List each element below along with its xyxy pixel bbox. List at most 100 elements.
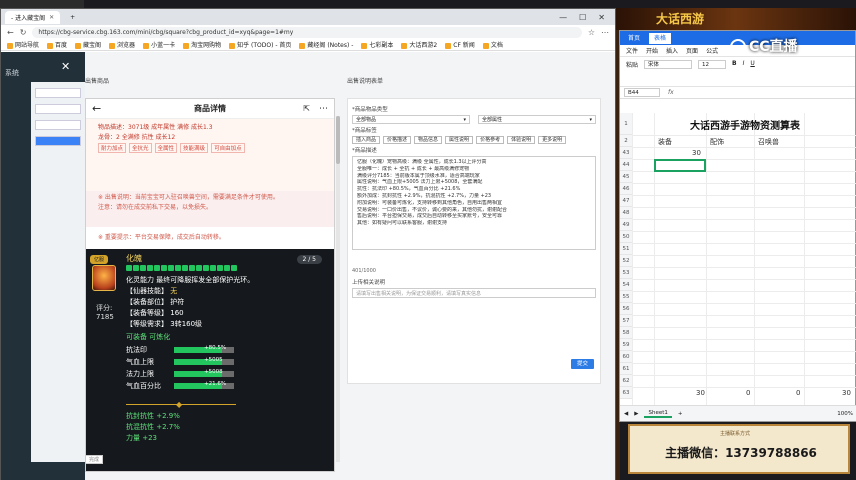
total-cell[interactable]: 0: [746, 389, 750, 397]
list-item[interactable]: [35, 88, 81, 98]
menu-item[interactable]: 插入: [666, 46, 678, 55]
zoom-level[interactable]: 100%: [837, 411, 853, 417]
close-icon[interactable]: ✕: [49, 14, 54, 21]
header-cell[interactable]: 装备: [658, 137, 672, 147]
insert-button[interactable]: 更多说明: [538, 136, 567, 144]
row-number[interactable]: 62: [620, 375, 632, 387]
row-number[interactable]: 57: [620, 315, 632, 327]
insert-button[interactable]: 体验说明: [507, 136, 536, 144]
category-select[interactable]: 全部物品 ▾: [352, 115, 470, 124]
browser-tab-cbg[interactable]: - 进入藏宝阁 ✕: [5, 10, 61, 24]
bookmark-item[interactable]: 知乎 (TODO) - 首页: [229, 40, 291, 49]
bookmark-item[interactable]: 浏览器: [109, 40, 135, 49]
bold-button[interactable]: B: [732, 60, 737, 67]
row-number[interactable]: 46: [620, 183, 632, 195]
description-textarea[interactable]: 亿服（化魄）宠物高级：满级 全属性，成长1.3以上评分高 全服唯一：成长 + 全…: [352, 156, 596, 250]
font-size-select[interactable]: 12: [698, 60, 727, 69]
row-number[interactable]: 48: [620, 207, 632, 219]
next-sheet-icon[interactable]: ▶: [634, 411, 638, 417]
insert-button[interactable]: 价格描述: [383, 136, 412, 144]
row-number[interactable]: 55: [620, 291, 632, 303]
fx-icon[interactable]: fx: [668, 89, 674, 96]
menu-item[interactable]: 文件: [626, 46, 638, 55]
row-number[interactable]: 54: [620, 279, 632, 291]
bookmark-item[interactable]: 小蓝一卡: [143, 40, 175, 49]
row-number[interactable]: 50: [620, 231, 632, 243]
menu-item[interactable]: 页面: [686, 46, 698, 55]
menu-item[interactable]: 公式: [706, 46, 718, 55]
reload-icon[interactable]: ↻: [20, 28, 27, 37]
sheet-grid[interactable]: 1 2 43 44 45 46 47 48 49 50 51 52 53 54 …: [620, 113, 856, 407]
italic-button[interactable]: I: [743, 60, 745, 67]
back-arrow-icon[interactable]: ←: [92, 102, 101, 115]
value-cell[interactable]: 30: [692, 149, 701, 157]
row-number[interactable]: 43: [620, 147, 632, 159]
prev-sheet-icon[interactable]: ◀: [624, 411, 628, 417]
maximize-button[interactable]: ☐: [579, 13, 586, 22]
insert-button[interactable]: 插入商品: [352, 136, 381, 144]
row-number[interactable]: 51: [620, 243, 632, 255]
url-input[interactable]: [32, 26, 582, 38]
footer-button[interactable]: 完成: [85, 455, 104, 464]
menu-icon[interactable]: ⋯: [601, 28, 609, 37]
row-number[interactable]: 52: [620, 255, 632, 267]
menu-item[interactable]: 开始: [646, 46, 658, 55]
row-number[interactable]: 45: [620, 171, 632, 183]
sheet-tab[interactable]: Sheet1: [644, 410, 672, 418]
row-number[interactable]: 63: [620, 387, 632, 399]
row-number[interactable]: 2: [620, 135, 632, 147]
back-icon[interactable]: ←: [7, 28, 14, 37]
sheet-title[interactable]: 大话西游手游物资测算表: [640, 117, 850, 132]
row-number[interactable]: 1: [620, 113, 632, 135]
bookmark-item[interactable]: 百度: [47, 40, 67, 49]
star-icon[interactable]: ☆: [588, 28, 595, 37]
tab-home[interactable]: 首页: [623, 33, 645, 44]
list-item[interactable]: [35, 120, 81, 130]
scroll-thumb[interactable]: [336, 116, 340, 164]
new-tab-button[interactable]: +: [64, 11, 81, 24]
row-number[interactable]: 59: [620, 339, 632, 351]
add-sheet-icon[interactable]: +: [678, 411, 683, 417]
bookmark-item[interactable]: 文档: [482, 40, 503, 49]
paste-button[interactable]: 粘贴: [626, 60, 638, 69]
row-number[interactable]: 47: [620, 195, 632, 207]
tab-sheet[interactable]: 表格: [649, 32, 672, 44]
selected-cell[interactable]: [654, 159, 706, 172]
preview-scrollbar[interactable]: [336, 116, 340, 462]
total-cell[interactable]: 30: [842, 389, 851, 397]
share-icon[interactable]: ⇱: [303, 104, 310, 113]
bookmark-item[interactable]: 藏经阁 (Notes) -: [299, 40, 353, 49]
row-number[interactable]: 60: [620, 351, 632, 363]
insert-button[interactable]: 价格参考: [476, 136, 505, 144]
total-cell[interactable]: 30: [696, 389, 705, 397]
close-icon[interactable]: ✕: [61, 60, 70, 73]
row-number[interactable]: 61: [620, 363, 632, 375]
cell-reference[interactable]: B44: [624, 88, 660, 97]
bookmark-item[interactable]: 网站导航: [7, 40, 39, 49]
font-select[interactable]: 宋体: [644, 60, 693, 69]
bookmark-item[interactable]: 淘宝网购物: [183, 40, 221, 49]
close-window-button[interactable]: ✕: [598, 13, 605, 22]
minimize-button[interactable]: —: [559, 13, 567, 22]
list-item[interactable]: [35, 104, 81, 114]
bookmark-item[interactable]: 藏宝阁: [75, 40, 101, 49]
row-number[interactable]: 49: [620, 219, 632, 231]
reason-input[interactable]: 请填写出售相关说明，为保证交易顺利，请填写真实信息: [352, 288, 596, 298]
insert-button[interactable]: 物品信息: [414, 136, 443, 144]
bookmark-item[interactable]: 大话西游2: [401, 40, 437, 49]
total-cell[interactable]: 0: [796, 389, 800, 397]
bookmark-item[interactable]: CF 新闻: [445, 40, 475, 49]
row-number[interactable]: 56: [620, 303, 632, 315]
header-cell[interactable]: 配饰: [710, 137, 724, 147]
header-cell[interactable]: 召唤兽: [758, 137, 779, 147]
row-number[interactable]: 44: [620, 159, 632, 171]
underline-button[interactable]: U: [750, 60, 754, 67]
row-number[interactable]: 58: [620, 327, 632, 339]
insert-button[interactable]: 属性说明: [445, 136, 474, 144]
more-icon[interactable]: ⋯: [319, 104, 328, 114]
attribute-select[interactable]: 全部属性 ▾: [478, 115, 596, 124]
list-item-selected[interactable]: [35, 136, 81, 146]
submit-button[interactable]: 提交: [570, 359, 594, 369]
row-number[interactable]: 53: [620, 267, 632, 279]
bookmark-item[interactable]: 七彩副本: [361, 40, 393, 49]
